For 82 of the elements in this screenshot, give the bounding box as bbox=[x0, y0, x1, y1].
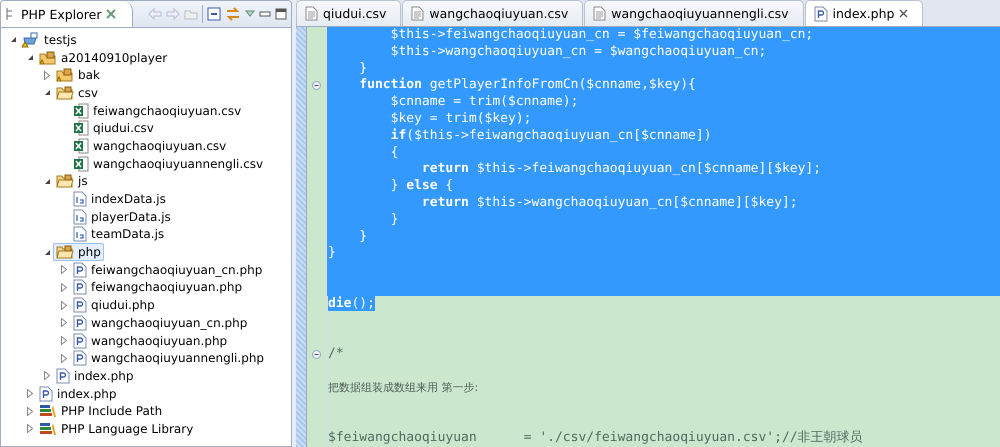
tree-item[interactable]: wangchaoqiuyuan.php bbox=[70, 332, 230, 350]
tree-item[interactable]: js bbox=[53, 172, 91, 190]
script-file-icon bbox=[73, 191, 87, 208]
expanded-arrow-icon[interactable] bbox=[44, 178, 50, 185]
tree-item[interactable]: testjs bbox=[19, 30, 80, 49]
tree-item[interactable]: playerData.js bbox=[70, 208, 174, 226]
php-file-icon bbox=[73, 314, 87, 331]
collapsed-arrow-icon[interactable] bbox=[44, 371, 50, 380]
text-file-icon bbox=[305, 6, 318, 21]
collapsed-arrow-icon[interactable] bbox=[44, 70, 50, 80]
code-line: $feiwangchaoqiuyuan = './csv/feiwangchaoqiuyuan.csv';//非王朝球员 bbox=[328, 430, 863, 446]
tree-item[interactable]: wangchaoqiuyuan.csv bbox=[70, 136, 230, 155]
script-file-icon bbox=[73, 208, 87, 225]
tree-item[interactable]: wangchaoqiuyuannengli.csv bbox=[70, 154, 266, 173]
collapsed-arrow-icon[interactable] bbox=[61, 336, 67, 346]
project-icon bbox=[22, 32, 40, 48]
tree-item[interactable]: a20140910player bbox=[36, 48, 170, 67]
fold-icon[interactable] bbox=[312, 81, 321, 90]
folder-icon bbox=[56, 173, 74, 190]
code-line: /* bbox=[328, 346, 344, 362]
tree-item[interactable]: wangchaoqiuyuan_cn.php bbox=[70, 314, 250, 332]
php-file-icon bbox=[73, 279, 87, 296]
editor-tab[interactable]: index.php bbox=[804, 0, 924, 26]
minimize-icon[interactable] bbox=[259, 10, 271, 18]
collapsed-arrow-icon[interactable] bbox=[61, 282, 67, 292]
tree-item[interactable]: feiwangchaoqiuyuan.php bbox=[70, 278, 246, 296]
php-file-icon bbox=[73, 297, 87, 314]
spreadsheet-file-icon bbox=[73, 102, 89, 119]
tree-item[interactable]: php bbox=[53, 243, 104, 262]
library-icon bbox=[39, 404, 57, 418]
collapsed-arrow-icon[interactable] bbox=[61, 300, 67, 310]
tree-item[interactable]: feiwangchaoqiuyuan_cn.php bbox=[70, 260, 266, 279]
view-tab[interactable]: PHP Explorer bbox=[1, 1, 132, 27]
php-file-icon bbox=[73, 332, 87, 349]
text-file-icon bbox=[411, 6, 424, 21]
tree-item[interactable]: wangchaoqiuyuannengli.php bbox=[70, 349, 268, 368]
text-file-icon bbox=[593, 6, 606, 21]
tree-item[interactable]: csv bbox=[53, 84, 101, 102]
tree-item[interactable]: PHP Include Path bbox=[36, 403, 166, 420]
package-folder-icon bbox=[39, 50, 57, 66]
code-line: 把数据组装成数组来用 第一步: bbox=[328, 380, 478, 394]
tree-item[interactable]: qiudui.php bbox=[70, 296, 158, 314]
script-file-icon bbox=[73, 226, 87, 242]
php-file-icon bbox=[56, 368, 70, 384]
editor-tab[interactable]: wangchaoqiuyuannengli.csv bbox=[584, 0, 804, 26]
editor-tab[interactable]: wangchaoqiuyuan.csv bbox=[402, 0, 584, 26]
package-folder-icon bbox=[56, 67, 74, 84]
collapse-all-icon[interactable] bbox=[207, 7, 221, 21]
folder-icon bbox=[56, 244, 74, 260]
expanded-arrow-icon[interactable] bbox=[44, 248, 50, 256]
expanded-arrow-icon[interactable] bbox=[44, 89, 50, 96]
spreadsheet-file-icon bbox=[73, 138, 89, 154]
spreadsheet-file-icon bbox=[73, 120, 89, 136]
php-file-icon bbox=[814, 6, 828, 22]
expanded-arrow-icon[interactable] bbox=[26, 54, 34, 62]
collapsed-arrow-icon[interactable] bbox=[61, 354, 67, 363]
tree-item[interactable]: indexData.js bbox=[70, 190, 169, 208]
expanded-arrow-icon[interactable] bbox=[10, 36, 16, 44]
collapsed-arrow-icon[interactable] bbox=[27, 389, 33, 398]
maximize-icon[interactable] bbox=[275, 8, 287, 20]
php-file-icon bbox=[73, 350, 87, 366]
tree-item[interactable]: bak bbox=[53, 66, 103, 84]
tree-item[interactable]: index.php bbox=[53, 366, 136, 385]
tree-item[interactable]: feiwangchaoqiuyuan.csv bbox=[70, 102, 244, 120]
collapsed-arrow-icon[interactable] bbox=[61, 265, 67, 274]
close-icon[interactable] bbox=[899, 9, 908, 18]
editor-tab[interactable]: qiudui.csv bbox=[296, 0, 402, 26]
close-icon[interactable] bbox=[106, 9, 116, 19]
collapsed-arrow-icon[interactable] bbox=[27, 424, 33, 434]
collapsed-arrow-icon[interactable] bbox=[61, 318, 67, 328]
php-file-icon bbox=[39, 386, 53, 402]
tree-item[interactable]: teamData.js bbox=[70, 225, 168, 244]
tree-item[interactable]: qiudui.csv bbox=[70, 119, 157, 138]
tree-item[interactable]: index.php bbox=[36, 384, 120, 403]
php-file-icon bbox=[73, 262, 87, 278]
library-icon bbox=[39, 422, 57, 436]
folder-icon bbox=[56, 84, 74, 101]
collapsed-arrow-icon[interactable] bbox=[27, 406, 33, 416]
spreadsheet-file-icon bbox=[73, 156, 89, 172]
view-menu-icon[interactable] bbox=[245, 10, 255, 18]
fold-icon[interactable] bbox=[312, 350, 321, 360]
tree-item[interactable]: PHP Language Library bbox=[36, 420, 196, 437]
